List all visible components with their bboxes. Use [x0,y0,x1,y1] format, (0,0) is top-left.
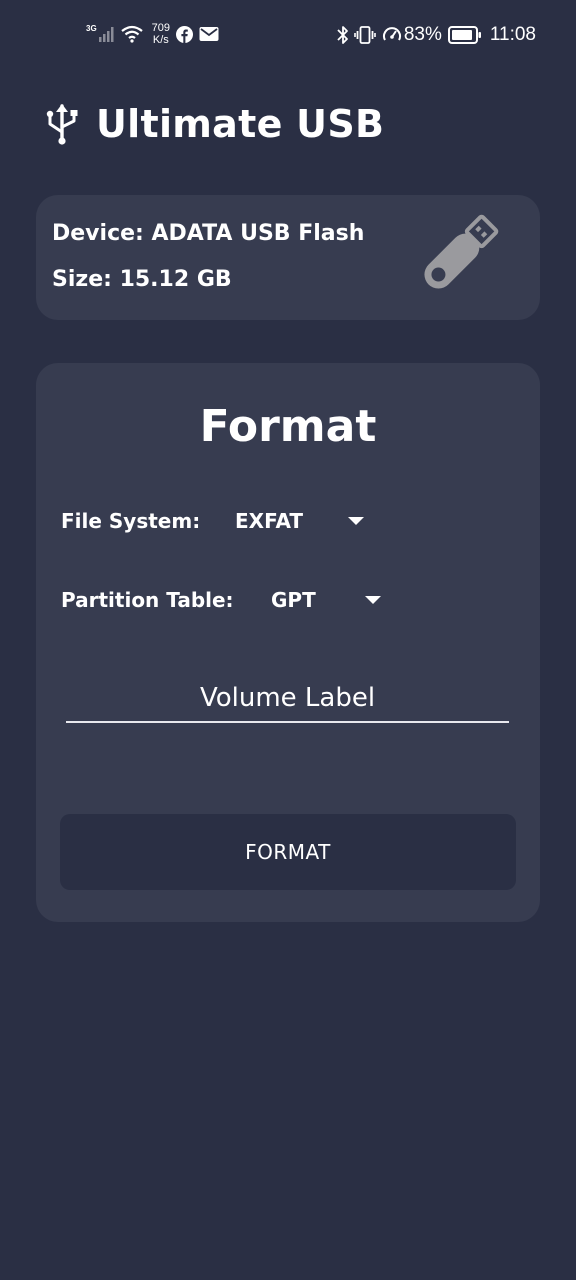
usb-flash-drive-icon [424,214,499,289]
cellular-signal-icon [98,27,114,42]
mail-icon [199,27,219,41]
facebook-icon [176,25,194,43]
network-speed: 709 K/s [152,22,170,46]
device-name: Device: ADATA USB Flash [52,221,365,246]
format-title: Format [199,401,377,452]
speed-unit: K/s [152,34,169,46]
partition-table-value: GPT [271,588,316,612]
chevron-down-icon [348,517,364,525]
app-header: Ultimate USB [44,96,384,152]
speed-value: 709 [151,22,171,34]
file-system-dropdown[interactable]: EXFAT [226,501,376,541]
file-system-label: File System: [61,509,201,533]
partition-table-dropdown[interactable]: GPT [262,580,392,620]
volume-label-input[interactable] [66,675,509,723]
wifi-icon [120,25,143,43]
data-saver-icon [382,27,401,41]
vibrate-icon [354,26,376,44]
app-title: Ultimate USB [96,102,385,146]
file-system-value: EXFAT [235,509,304,533]
network-type: 3G [86,23,97,33]
clock: 11:08 [489,24,536,45]
partition-table-label: Partition Table: [61,588,234,612]
device-size: Size: 15.12 GB [52,267,232,292]
status-right: 83% 11:08 [336,24,536,46]
device-info-card: Device: ADATA USB Flash Size: 15.12 GB [36,195,540,320]
chevron-down-icon [365,596,381,604]
usb-icon [46,104,78,145]
format-card: Format File System: EXFAT Partition Tabl… [36,363,540,922]
bluetooth-icon [337,26,348,44]
battery-icon [447,26,481,44]
status-left: 3G 709 K/s [86,22,219,46]
status-bar: 3G 709 K/s 83% 11:08 [0,0,576,74]
battery-percent: 83% [403,24,442,45]
format-button[interactable]: FORMAT [60,814,516,890]
screen: 3G 709 K/s 83% 11:08 Ultimate USB Device… [0,0,576,1280]
